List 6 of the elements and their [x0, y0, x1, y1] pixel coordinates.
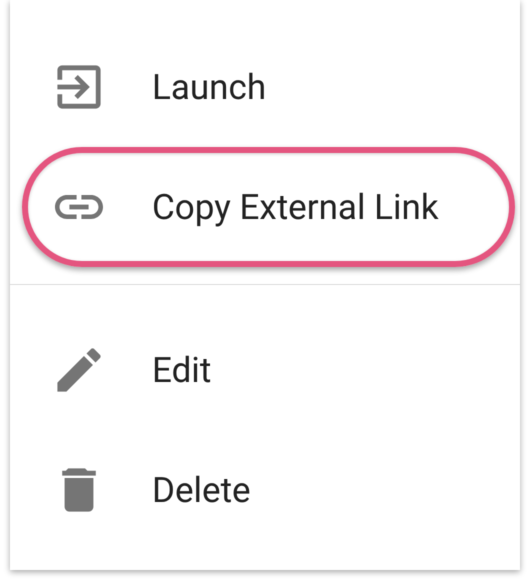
menu-item[interactable]: Delete: [22, 430, 515, 550]
arrow-into-box-icon: [55, 63, 103, 111]
pencil-icon: [55, 346, 103, 394]
menu-item[interactable]: Launch: [22, 27, 515, 147]
highlighted-menu-item[interactable]: Copy External Link: [22, 147, 515, 267]
menu-item[interactable]: Edit: [22, 310, 515, 430]
